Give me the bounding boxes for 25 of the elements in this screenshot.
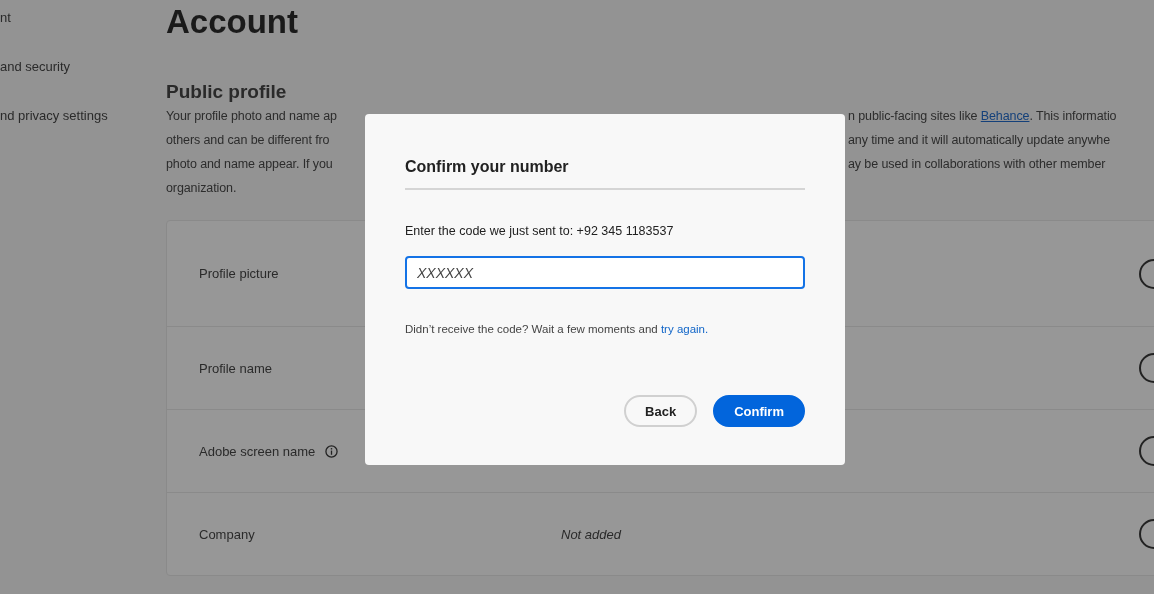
description-text: ay be used in collaborations with other member (848, 157, 1106, 171)
sidebar-item[interactable]: and security (0, 59, 166, 108)
try-again-link[interactable]: try again. (660, 323, 709, 335)
hint-text: Didn’t receive the code? Wait a few moments and try again. (405, 322, 710, 337)
description-text: n public-facing sites like (848, 109, 979, 123)
row-label: Profile name (199, 360, 272, 376)
row-value: Not added (561, 526, 621, 542)
row-label: Adobe screen name (199, 443, 316, 459)
row-label: Profile picture (199, 266, 279, 281)
sidebar-item[interactable]: nd privacy settings (0, 108, 166, 157)
confirm-button[interactable]: Confirm (713, 395, 805, 427)
description-text: organization. (166, 181, 237, 195)
dialog-title: Confirm your number (405, 157, 570, 177)
description-text: any time and it will automatically update anywhe (848, 133, 1110, 147)
dialog-message: Enter the code we just sent to: +92 345 1183537 (405, 223, 675, 239)
section-heading: Public profile (166, 80, 288, 104)
sidebar-item[interactable]: nt (0, 10, 166, 59)
code-input[interactable]: XXXXXX (405, 256, 805, 289)
description-text: . This informatio (1029, 109, 1117, 123)
description-text: photo and name appear. If you (166, 157, 333, 171)
page-title: Account (166, 2, 299, 42)
description-text: Your profile photo and name ap (166, 109, 337, 123)
description-text: others and can be different fro (166, 133, 330, 147)
row-label: Company (199, 526, 255, 542)
back-button[interactable]: Back (624, 395, 698, 427)
